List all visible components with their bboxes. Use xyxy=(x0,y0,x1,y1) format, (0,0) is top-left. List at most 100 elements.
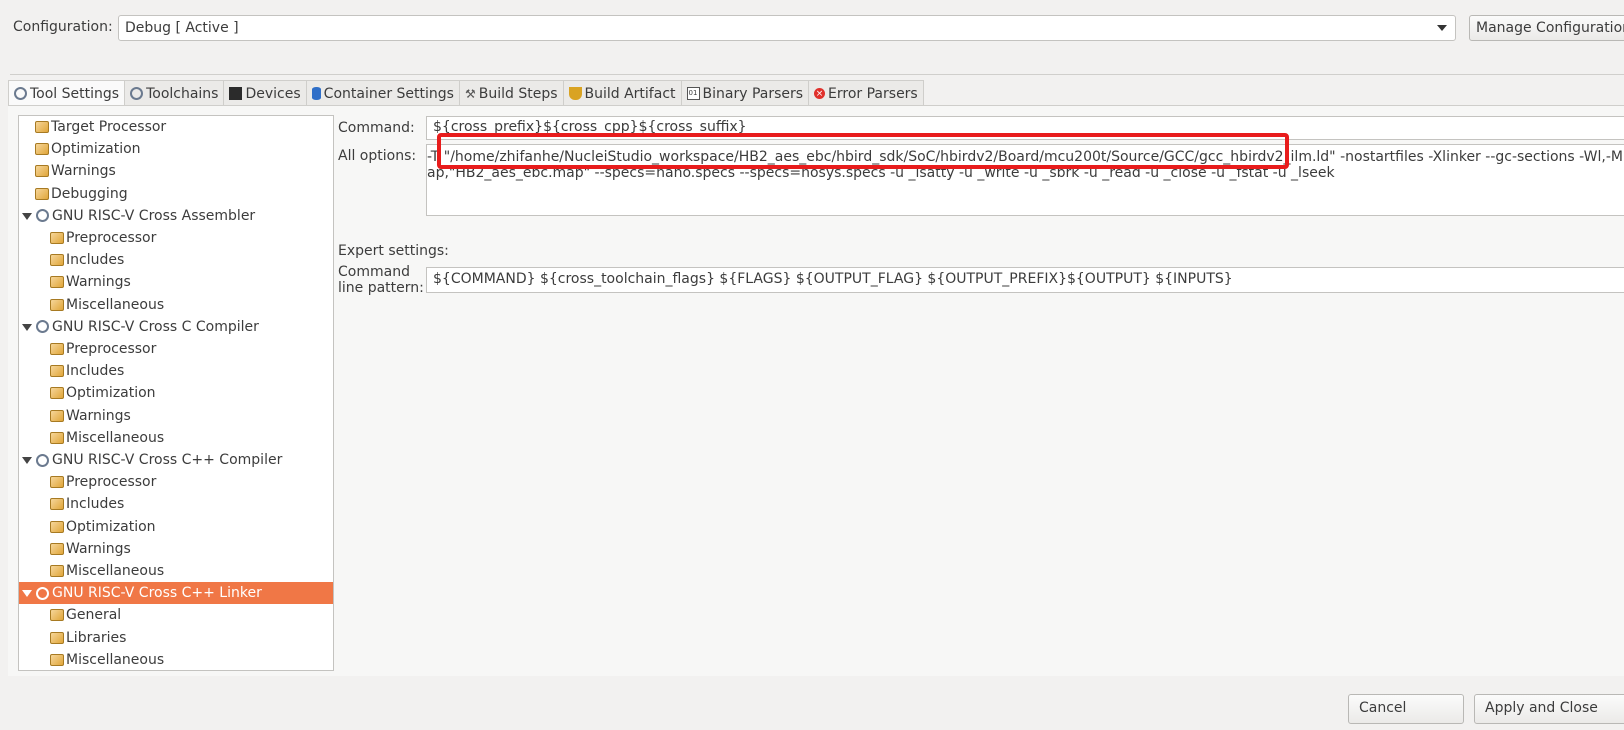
tab-tool-settings[interactable]: Tool Settings xyxy=(8,80,126,106)
tree-item-label: Includes xyxy=(66,496,125,513)
option-category-icon xyxy=(50,387,64,400)
tree-item-tool[interactable]: GNU RISC-V Cross C Compiler xyxy=(19,316,333,338)
tab-label: Binary Parsers xyxy=(702,85,804,102)
configuration-label: Configuration: xyxy=(13,19,113,35)
tree-item-label: Preprocessor xyxy=(66,230,157,246)
tree-item[interactable]: General xyxy=(19,604,333,626)
option-category-icon xyxy=(50,520,64,533)
tool-gear-icon xyxy=(36,453,49,467)
tree-item[interactable]: Includes xyxy=(19,493,333,515)
tab-toolchains[interactable]: Toolchains xyxy=(125,80,225,106)
tree-item-tool[interactable]: GNU RISC-V Cross C++ Linker xyxy=(19,582,333,605)
tree-item[interactable]: Optimization xyxy=(19,138,333,160)
annotation-highlight-box xyxy=(437,133,1289,169)
tree-item-label: Optimization xyxy=(66,518,156,535)
option-category-icon xyxy=(50,498,64,511)
toolchains-icon xyxy=(130,87,144,100)
manage-configurations-button[interactable]: Manage Configurations... xyxy=(1469,15,1624,41)
tab-error-parsers[interactable]: × Error Parsers xyxy=(809,80,924,106)
apply-and-close-button[interactable]: Apply and Close xyxy=(1474,694,1624,724)
expand-chevron-icon[interactable] xyxy=(22,457,32,464)
tab-build-steps[interactable]: ⚒ Build Steps xyxy=(459,80,564,106)
tree-item[interactable]: Miscellaneous xyxy=(19,560,333,582)
tab-devices[interactable]: Devices xyxy=(224,80,307,106)
option-category-icon xyxy=(50,232,64,244)
tree-item-label: Optimization xyxy=(51,141,141,158)
tab-build-artifact[interactable]: Build Artifact xyxy=(563,80,682,106)
tree-item[interactable]: Target Processor xyxy=(19,116,333,138)
tree-item-label: Preprocessor xyxy=(66,474,157,491)
tree-item-label: Includes xyxy=(66,252,125,269)
tree-item[interactable]: Optimization xyxy=(19,382,333,404)
tree-item-label: Libraries xyxy=(66,629,127,646)
option-category-icon xyxy=(50,298,64,311)
tree-item-label: Warnings xyxy=(66,407,131,424)
tool-gear-icon xyxy=(36,586,49,600)
tree-item-label: GNU RISC-V Cross C++ Compiler xyxy=(52,452,283,468)
tool-gear-icon xyxy=(36,209,49,223)
expand-chevron-icon[interactable] xyxy=(22,590,32,598)
cancel-button[interactable]: Cancel xyxy=(1348,694,1464,724)
tree-item[interactable]: Optimization xyxy=(19,516,333,538)
option-category-icon xyxy=(50,409,64,422)
tab-label: Build Steps xyxy=(478,85,558,102)
settings-tabs: Tool Settings Toolchains Devices Container … xyxy=(8,80,924,106)
tree-item[interactable]: Includes xyxy=(19,360,333,382)
option-category-icon xyxy=(50,365,64,378)
option-category-icon xyxy=(50,476,64,489)
option-category-icon xyxy=(50,565,64,577)
tree-item[interactable]: Libraries xyxy=(19,627,333,649)
option-category-icon xyxy=(50,609,64,622)
tree-item[interactable]: Includes xyxy=(19,249,333,271)
option-category-icon xyxy=(50,542,64,555)
tab-label: Error Parsers xyxy=(828,85,918,102)
tree-item[interactable]: Preprocessor xyxy=(19,227,333,249)
tool-settings-tree[interactable]: Target Processor Optimization Warnings Debu… xyxy=(18,115,334,671)
configuration-value: Debug [ Active ] xyxy=(125,20,239,36)
expand-chevron-icon[interactable] xyxy=(22,323,32,331)
option-category-icon xyxy=(50,631,64,644)
tree-item-label: Warnings xyxy=(66,274,131,291)
tree-item-label: General xyxy=(66,607,122,624)
error-icon: × xyxy=(814,88,826,99)
tree-item[interactable]: Warnings xyxy=(19,271,333,293)
tree-item-label: Miscellaneous xyxy=(66,651,165,668)
tab-label: Tool Settings xyxy=(30,85,120,102)
tree-item[interactable]: Miscellaneous xyxy=(19,649,333,670)
tree-item-label: Miscellaneous xyxy=(66,296,165,313)
tree-item-tool[interactable]: GNU RISC-V Cross Assembler xyxy=(19,205,333,227)
option-category-icon xyxy=(50,343,64,355)
tree-item[interactable]: Preprocessor xyxy=(19,338,333,360)
tree-item[interactable]: Preprocessor xyxy=(19,471,333,493)
tree-item[interactable]: Miscellaneous xyxy=(19,427,333,449)
tree-item[interactable]: Miscellaneous xyxy=(19,294,333,316)
tab-label: Devices xyxy=(245,85,301,102)
tab-container-settings[interactable]: Container Settings xyxy=(306,80,460,106)
option-category-icon xyxy=(50,254,64,267)
tab-binary-parsers[interactable]: 01 Binary Parsers xyxy=(681,80,810,106)
tree-item-label: GNU RISC-V Cross Assembler xyxy=(52,207,256,224)
tree-item[interactable]: Warnings xyxy=(19,538,333,560)
tree-item-label: Miscellaneous xyxy=(66,429,165,446)
dropdown-arrow-icon[interactable] xyxy=(1437,25,1447,31)
command-line-pattern-field[interactable]: ${COMMAND} ${cross_toolchain_flags} ${FL… xyxy=(426,267,1624,293)
tree-item-label: GNU RISC-V Cross C++ Linker xyxy=(52,585,262,602)
configuration-select[interactable]: Debug [ Active ] xyxy=(118,15,1456,41)
option-category-icon xyxy=(50,653,64,666)
tab-label: Container Settings xyxy=(323,85,454,102)
expand-chevron-icon[interactable] xyxy=(22,212,32,220)
tree-item[interactable]: Debugging xyxy=(19,183,333,205)
container-icon xyxy=(311,87,321,100)
hammer-icon: ⚒ xyxy=(464,87,476,101)
tree-item-label: Warnings xyxy=(66,540,131,557)
option-category-icon xyxy=(35,165,49,178)
tree-item[interactable]: Warnings xyxy=(19,405,333,427)
all-options-label: All options: xyxy=(338,148,417,164)
tree-item-tool[interactable]: GNU RISC-V Cross C++ Compiler xyxy=(19,449,333,471)
option-category-icon xyxy=(35,143,49,156)
tree-item-label: Warnings xyxy=(51,163,116,180)
tree-item[interactable]: Warnings xyxy=(19,160,333,182)
tool-gear-icon xyxy=(36,320,49,334)
trophy-icon xyxy=(568,87,582,100)
tree-item-label: Miscellaneous xyxy=(66,563,165,579)
